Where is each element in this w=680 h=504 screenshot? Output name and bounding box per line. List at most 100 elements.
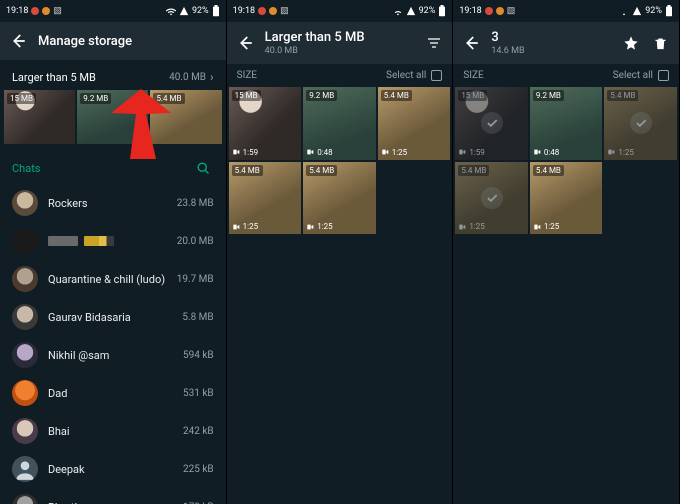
section-label: Larger than 5 MB — [12, 71, 96, 84]
media-thumb[interactable]: 15 MB — [4, 90, 75, 144]
pane-manage-storage: 19:18 ▧ 92% Manage storage Larger than 5… — [0, 0, 227, 504]
app-bar: Manage storage — [0, 22, 226, 60]
avatar — [12, 342, 38, 368]
search-icon[interactable] — [194, 158, 214, 178]
back-icon[interactable] — [461, 33, 481, 53]
avatar — [12, 190, 38, 216]
video-duration: 1:25 — [381, 148, 407, 157]
media-thumb[interactable]: 5.4 MB — [150, 90, 221, 144]
battery-icon — [212, 5, 220, 17]
avatar — [12, 418, 38, 444]
media-tile[interactable]: 5.4 MB 1:25 — [455, 162, 528, 235]
chat-row[interactable]: Dad531 kB — [0, 374, 226, 412]
star-icon[interactable] — [621, 33, 641, 53]
page-title: Manage storage — [38, 34, 218, 49]
signal-icon — [406, 6, 416, 16]
notif-icon — [485, 7, 493, 15]
video-duration: 1:59 — [458, 148, 484, 157]
status-bar: 19:18 ▧ 92% — [227, 0, 453, 22]
pane-selection: 19:18 ▧ 92% 3 14.6 MB SIZE Select al — [453, 0, 680, 504]
status-bar: 19:18 ▧ 92% — [453, 0, 679, 22]
select-all[interactable]: Select all — [613, 70, 669, 81]
signal-icon — [632, 6, 642, 16]
avatar — [12, 228, 38, 254]
media-tile[interactable]: 9.2 MB 0:48 — [303, 87, 376, 160]
media-tile[interactable]: 5.4 MB 1:25 — [303, 162, 376, 235]
battery-icon — [665, 5, 673, 17]
media-tile[interactable]: 15 MB 1:59 — [455, 87, 528, 160]
check-icon — [481, 112, 503, 134]
sort-row: SIZE Select all — [227, 64, 453, 87]
app-bar: Larger than 5 MB 40.0 MB — [227, 22, 453, 64]
sort-label[interactable]: SIZE — [463, 70, 483, 81]
chevron-right-icon — [210, 70, 214, 84]
media-tile[interactable]: 5.4 MB 1:25 — [604, 87, 677, 160]
chat-list: Rockers23.8 MB 20.0 MB Quarantine & chil… — [0, 184, 226, 504]
selection-size: 14.6 MB — [491, 46, 611, 56]
section-larger-than[interactable]: Larger than 5 MB 40.0 MB — [0, 60, 226, 90]
page-title: Larger than 5 MB — [265, 30, 415, 45]
back-icon[interactable] — [235, 33, 255, 53]
avatar — [12, 266, 38, 292]
video-duration: 1:25 — [232, 222, 258, 231]
selection-count: 3 — [491, 30, 611, 45]
avatar — [12, 304, 38, 330]
wifi-icon — [393, 6, 403, 16]
media-grid: 15 MB 1:59 9.2 MB 0:48 5.4 MB 1:25 5.4 M… — [227, 87, 453, 234]
video-duration: 0:48 — [533, 148, 559, 157]
notif-icon: ▧ — [507, 6, 516, 16]
media-tile[interactable]: 9.2 MB 0:48 — [530, 87, 603, 160]
status-time: 19:18 — [6, 6, 28, 16]
media-thumb[interactable]: 9.2 MB — [77, 90, 148, 144]
wifi-icon — [166, 6, 176, 16]
sort-icon[interactable] — [424, 33, 444, 53]
battery-icon — [438, 5, 446, 17]
selection-bar: 3 14.6 MB — [453, 22, 679, 64]
chat-row[interactable]: Nikhil @sam594 kB — [0, 336, 226, 374]
video-duration: 1:25 — [533, 222, 559, 231]
chat-row[interactable]: Bharti178 kB — [0, 488, 226, 504]
chat-row[interactable]: 20.0 MB — [0, 222, 226, 260]
signal-icon — [179, 6, 189, 16]
chat-row[interactable]: Rockers23.8 MB — [0, 184, 226, 222]
notif-icon — [269, 7, 277, 15]
sort-label[interactable]: SIZE — [237, 70, 257, 81]
notif-icon — [31, 7, 39, 15]
pane-media-list: 19:18 ▧ 92% Larger than 5 MB 40.0 MB SIZ… — [227, 0, 454, 504]
media-tile[interactable]: 15 MB 1:59 — [229, 87, 302, 160]
checkbox-icon — [431, 70, 442, 81]
chat-row[interactable]: Bhai242 kB — [0, 412, 226, 450]
status-time: 19:18 — [459, 6, 481, 16]
video-duration: 1:25 — [458, 222, 484, 231]
notif-icon — [258, 7, 266, 15]
chat-row[interactable]: Gaurav Bidasaria5.8 MB — [0, 298, 226, 336]
media-grid: 15 MB 1:59 9.2 MB 0:48 5.4 MB 1:25 5.4 M… — [453, 87, 679, 234]
delete-icon[interactable] — [651, 33, 671, 53]
check-icon — [481, 187, 503, 209]
avatar — [12, 380, 38, 406]
media-tile[interactable]: 5.4 MB 1:25 — [378, 87, 451, 160]
chats-label: Chats — [12, 162, 40, 175]
media-tile[interactable]: 5.4 MB 1:25 — [530, 162, 603, 235]
notif-icon: ▧ — [280, 6, 289, 16]
notif-icon — [42, 7, 50, 15]
page-subtitle: 40.0 MB — [265, 46, 415, 56]
notif-icon: ▧ — [53, 6, 62, 16]
avatar — [12, 494, 38, 504]
check-icon — [630, 112, 652, 134]
sort-row: SIZE Select all — [453, 64, 679, 87]
avatar — [12, 456, 38, 482]
video-duration: 1:59 — [232, 148, 258, 157]
thumb-strip: 15 MB 9.2 MB 5.4 MB — [0, 90, 226, 144]
chats-header: Chats — [0, 144, 226, 184]
chat-row[interactable]: Quarantine & chill (ludo)19.7 MB — [0, 260, 226, 298]
media-tile[interactable]: 5.4 MB 1:25 — [229, 162, 302, 235]
battery-label: 92% — [419, 6, 436, 16]
select-all[interactable]: Select all — [386, 70, 442, 81]
status-time: 19:18 — [233, 6, 255, 16]
section-size: 40.0 MB — [169, 72, 206, 83]
battery-label: 92% — [645, 6, 662, 16]
chat-row[interactable]: Deepak225 kB — [0, 450, 226, 488]
video-duration: 1:25 — [607, 148, 633, 157]
back-icon[interactable] — [8, 31, 28, 51]
